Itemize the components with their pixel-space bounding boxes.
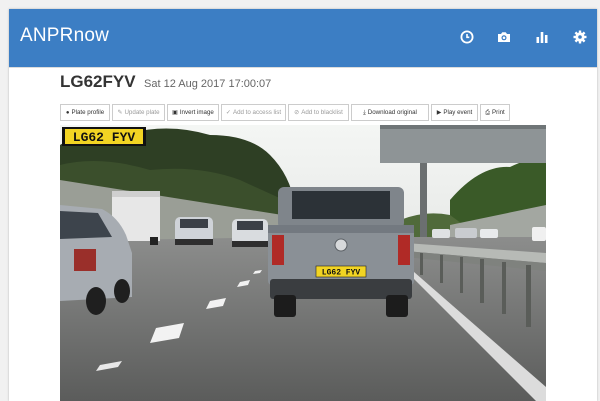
update-plate-label: Update plate xyxy=(124,109,160,116)
camera-icon[interactable] xyxy=(496,29,512,45)
info-icon: ● xyxy=(65,109,70,116)
gear-icon[interactable] xyxy=(572,29,588,45)
brand-logo[interactable]: ANPRnow xyxy=(20,25,109,47)
add-to-blacklist-label: Add to blacklist xyxy=(301,109,343,116)
film-icon: ▣ xyxy=(172,109,178,116)
plate-number: LG62FYV xyxy=(60,72,136,91)
play-icon: ▶ xyxy=(436,109,442,116)
download-original-label: Download original xyxy=(367,109,417,116)
vehicle-plate-text: LG62 FYV xyxy=(322,269,361,278)
update-plate-button[interactable]: ✎ Update plate xyxy=(112,104,165,121)
add-to-access-list-label: Add to access list xyxy=(232,109,282,116)
download-icon: ⤓ xyxy=(363,109,366,116)
plate-profile-button[interactable]: ● Plate profile xyxy=(60,104,110,121)
ban-icon: ⊘ xyxy=(294,109,300,116)
navbar-divider xyxy=(9,67,597,68)
bar-chart-icon[interactable] xyxy=(534,29,550,45)
download-original-button[interactable]: ⤓ Download original xyxy=(351,104,429,121)
clock-icon[interactable] xyxy=(459,29,475,45)
print-label: Print xyxy=(492,109,505,116)
add-to-access-list-button[interactable]: ✓ Add to access list xyxy=(221,104,286,121)
print-button[interactable]: ⎙ Print xyxy=(480,104,510,121)
overlay-plate-text: LG62 FYV xyxy=(73,130,136,145)
plate-profile-label: Plate profile xyxy=(71,109,105,116)
event-photo: LG62 FYV LG62 FYV xyxy=(60,125,546,401)
event-toolbar: ● Plate profile ✎ Update plate ▣ Invert … xyxy=(60,104,512,121)
invert-image-label: Invert image xyxy=(179,109,214,116)
event-timestamp: Sat 12 Aug 2017 17:00:07 xyxy=(144,78,272,90)
pencil-icon: ✎ xyxy=(117,109,123,116)
check-icon: ✓ xyxy=(225,109,231,116)
navbar: ANPRnow xyxy=(9,9,597,67)
app-window: ANPRnow LG62FYV Sat 12 Aug 2017 17:00:07… xyxy=(9,9,597,401)
play-event-button[interactable]: ▶ Play event xyxy=(431,104,478,121)
play-event-label: Play event xyxy=(443,109,473,116)
add-to-blacklist-button[interactable]: ⊘ Add to blacklist xyxy=(288,104,349,121)
event-heading: LG62FYV Sat 12 Aug 2017 17:00:07 xyxy=(60,72,271,92)
print-icon: ⎙ xyxy=(485,109,491,116)
invert-image-button[interactable]: ▣ Invert image xyxy=(167,104,219,121)
